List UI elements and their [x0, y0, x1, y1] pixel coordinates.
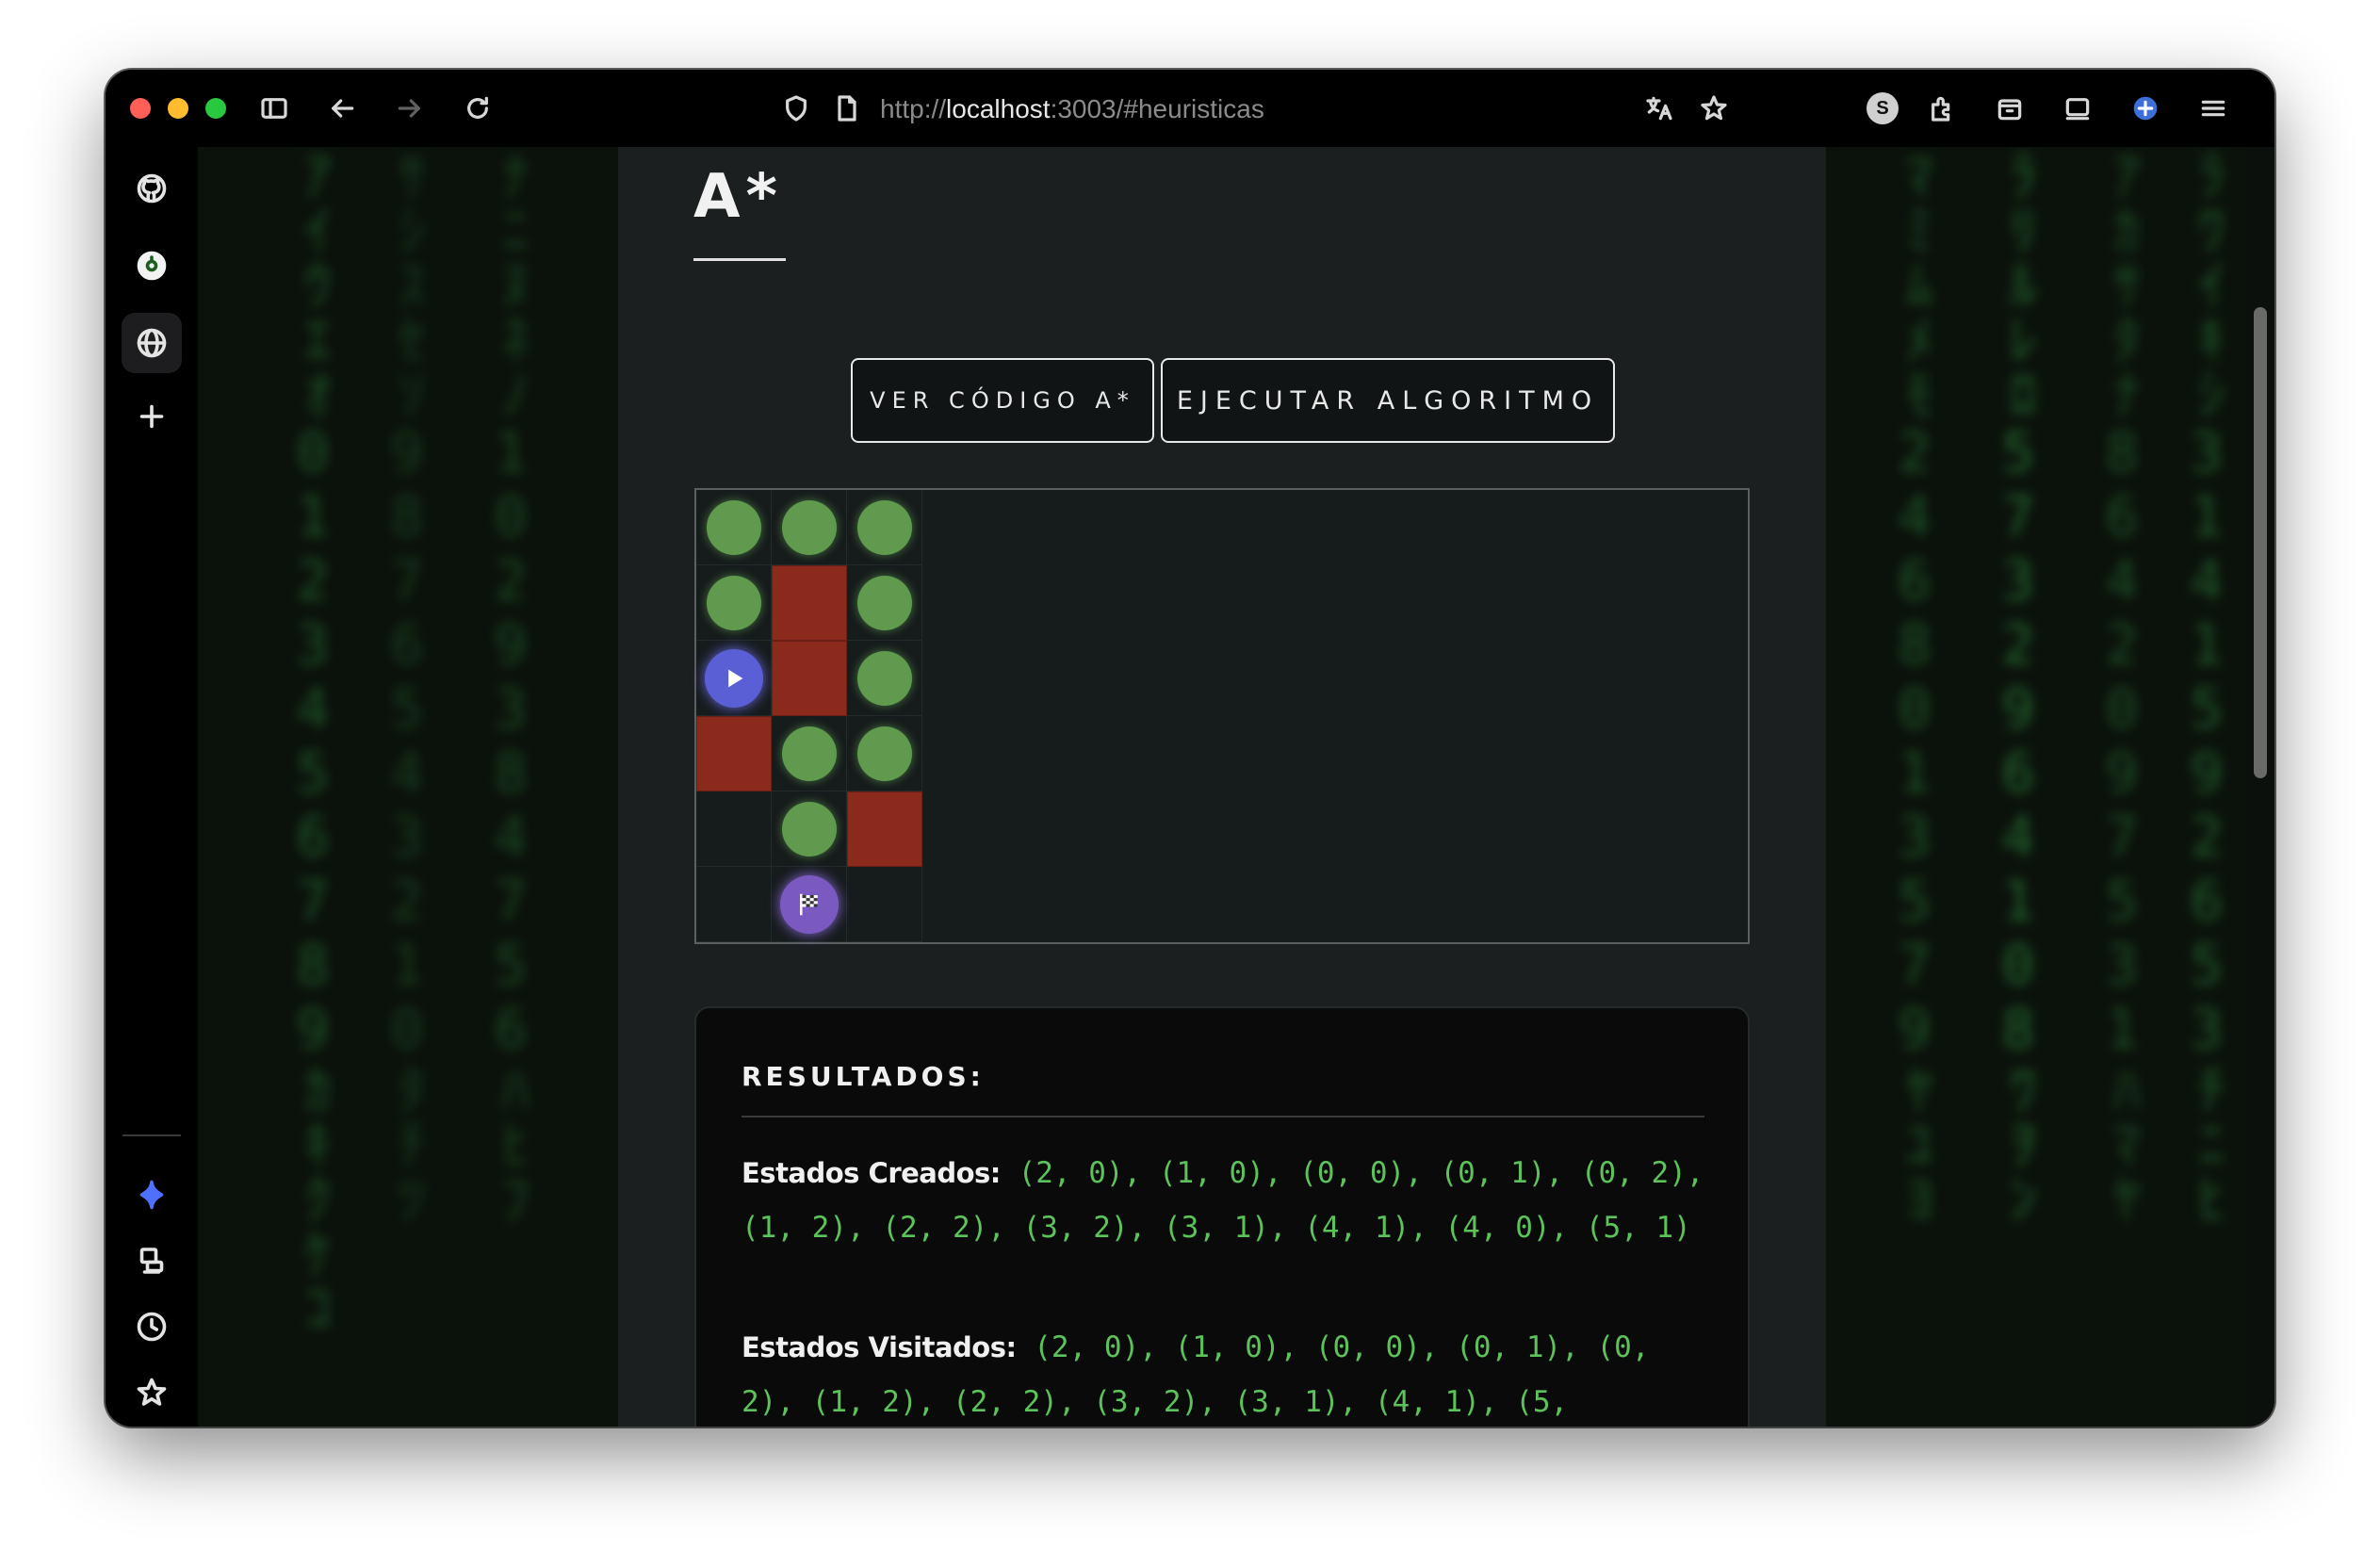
minimize-window-button[interactable]	[168, 98, 188, 119]
extensions-puzzle-icon[interactable]	[1920, 87, 1964, 130]
grid-cell	[696, 565, 772, 641]
wall-cell	[772, 641, 847, 716]
forward-arrow-icon[interactable]	[388, 87, 432, 130]
extensions-icon[interactable]	[122, 1231, 182, 1291]
vpn-icon[interactable]	[2124, 87, 2167, 130]
grid-cell	[847, 490, 922, 565]
browser-sidebar	[106, 147, 198, 1427]
shield-icon[interactable]	[774, 87, 818, 130]
visited-states-label: Estados Visitados:	[742, 1331, 1017, 1363]
results-divider	[742, 1116, 1704, 1117]
address-bar[interactable]: http://localhost:3003/#heuristicas	[774, 87, 1717, 130]
main-panel: A* VER CÓDIGO A* EJECUTAR ALGORITMO RESU…	[618, 147, 1826, 1427]
vertical-scrollbar[interactable]	[2246, 147, 2274, 1427]
results-heading: RESULTADOS:	[742, 1061, 985, 1092]
archive-icon[interactable]	[1988, 87, 2031, 130]
wall-cell	[696, 716, 772, 791]
tabs-icon[interactable]	[2056, 87, 2099, 130]
browser-window: http://localhost:3003/#heuristicas S ｱｲｳ…	[106, 70, 2274, 1427]
matrix-rain-decoration: ｱｲｳｴｵ0123456789ｶｷｸｹｺ	[283, 147, 343, 1334]
maze-grid	[694, 488, 1750, 944]
maximize-window-button[interactable]	[205, 98, 226, 119]
grid-cell	[696, 490, 772, 565]
grid-cell	[847, 565, 922, 641]
bookmark-star-icon[interactable]	[1692, 87, 1736, 130]
sidebar-divider	[122, 1134, 181, 1136]
goal-flag-icon	[780, 875, 839, 934]
grid-cell	[696, 641, 772, 716]
page-title: A*	[693, 162, 783, 232]
grid-cell	[772, 867, 847, 942]
menu-icon[interactable]	[2192, 87, 2235, 130]
history-icon[interactable]	[122, 1297, 182, 1357]
visited-node-dot	[857, 500, 912, 555]
grid-cell	[772, 716, 847, 791]
grid-cell	[772, 490, 847, 565]
page-icon	[825, 87, 869, 130]
matrix-rain-decoration: ﾅﾆﾇﾈﾉ1029384756ﾊﾋﾌ	[481, 147, 541, 1225]
sidebar-toggle-icon[interactable]	[253, 87, 296, 130]
grid-cell	[772, 791, 847, 867]
browser-toolbar: http://localhost:3003/#heuristicas S	[106, 70, 2274, 147]
scrollbar-thumb[interactable]	[2254, 307, 2267, 778]
matrix-rain-decoration: ﾏﾐﾑﾒﾓ2468013579ﾔﾕﾖ	[1884, 147, 1945, 1225]
visited-node-dot	[782, 802, 837, 856]
created-states-line: Estados Creados: (2, 0), (1, 0), (0, 0),…	[742, 1146, 1712, 1255]
matrix-rain-decoration: ﾗﾘﾙﾚﾛ5732964108ﾜｦﾝ	[1988, 147, 2048, 1225]
visited-node-dot	[857, 576, 912, 630]
profile-avatar[interactable]: S	[1867, 92, 1899, 124]
wall-cell	[772, 565, 847, 641]
translate-icon[interactable]	[1638, 87, 1681, 130]
matrix-rain-decoration: ｱｶｻﾀﾅ8642097531ﾊﾏﾔ	[2092, 147, 2152, 1225]
visited-node-dot	[782, 726, 837, 781]
view-code-button[interactable]: VER CÓDIGO A*	[851, 358, 1154, 443]
back-arrow-icon[interactable]	[320, 87, 364, 130]
github-icon[interactable]	[122, 158, 182, 219]
sparkle-icon[interactable]	[122, 1165, 182, 1225]
grid-cell	[847, 716, 922, 791]
grid-cell	[847, 641, 922, 716]
chatgpt-icon[interactable]	[122, 236, 182, 296]
reload-icon[interactable]	[456, 87, 499, 130]
wall-cell	[847, 791, 922, 867]
start-play-icon	[705, 649, 763, 708]
visited-node-dot	[707, 500, 761, 555]
visited-node-dot	[782, 500, 837, 555]
plus-icon[interactable]	[122, 386, 182, 447]
matrix-rain-decoration: ﾗﾜｲｷｼ3141592653ﾁﾆﾋ	[2176, 147, 2237, 1225]
web-content: ｱｲｳｴｵ0123456789ｶｷｸｹｺ ｻｼｽｾｿ9876543210ﾀﾁﾂ …	[198, 147, 2248, 1427]
grid-cell	[696, 791, 772, 867]
title-underline	[693, 258, 786, 261]
matrix-rain-decoration: ｻｼｽｾｿ9876543210ﾀﾁﾂ	[377, 147, 437, 1225]
visited-node-dot	[707, 576, 761, 630]
visited-states-line: Estados Visitados: (2, 0), (1, 0), (0, 0…	[742, 1320, 1712, 1427]
grid-cell	[696, 867, 772, 942]
close-window-button[interactable]	[130, 98, 151, 119]
url-text[interactable]: http://localhost:3003/#heuristicas	[880, 94, 1264, 124]
results-card: RESULTADOS: Estados Creados: (2, 0), (1,…	[694, 1006, 1750, 1427]
globe-icon[interactable]	[122, 313, 182, 373]
visited-node-dot	[857, 651, 912, 706]
favorites-icon[interactable]	[122, 1362, 182, 1423]
created-states-label: Estados Creados:	[742, 1157, 1001, 1189]
visited-node-dot	[857, 726, 912, 781]
run-algorithm-button[interactable]: EJECUTAR ALGORITMO	[1161, 358, 1615, 443]
grid-cell	[847, 867, 922, 942]
